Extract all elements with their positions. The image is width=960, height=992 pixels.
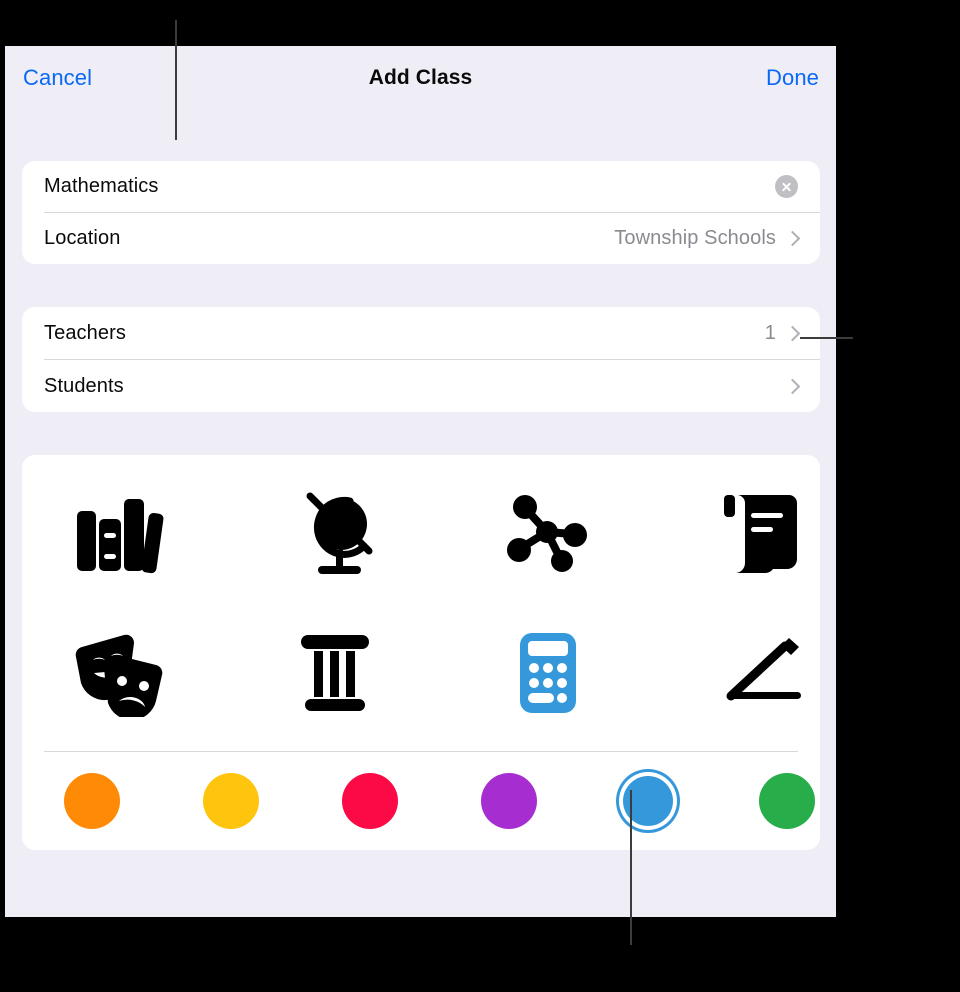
dialog-navbar: Cancel Add Class Done <box>5 46 836 114</box>
add-class-dialog: Cancel Add Class Done Location Township … <box>5 46 836 917</box>
teachers-row[interactable]: Teachers 1 <box>22 307 820 360</box>
chevron-right-icon <box>787 324 798 343</box>
teachers-label: Teachers <box>44 322 126 344</box>
swatch-fill <box>203 773 259 829</box>
theater-masks-icon[interactable] <box>60 617 180 729</box>
callout-line-color-swatch <box>630 790 632 945</box>
swatch-fill <box>759 773 815 829</box>
calculator-icon[interactable] <box>488 617 608 729</box>
students-row[interactable]: Students <box>22 360 820 413</box>
swatch-fill <box>342 773 398 829</box>
clear-circle-icon[interactable] <box>775 175 798 198</box>
class-name-input[interactable] <box>44 175 775 198</box>
color-swatch-orange[interactable] <box>54 763 130 839</box>
students-label: Students <box>44 375 124 397</box>
location-value: Township Schools <box>614 227 776 249</box>
icon-grid <box>22 455 820 751</box>
chevron-right-icon <box>787 377 798 396</box>
done-button[interactable]: Done <box>766 65 819 91</box>
page-title: Add Class <box>368 66 473 89</box>
color-swatch-yellow[interactable] <box>193 763 269 839</box>
callout-line-students <box>800 337 853 339</box>
color-swatch-row <box>22 751 820 850</box>
scroll-icon[interactable] <box>702 477 822 589</box>
color-swatch-purple[interactable] <box>471 763 547 839</box>
class-name-row <box>22 161 820 212</box>
color-swatch-green[interactable] <box>749 763 825 839</box>
globe-icon[interactable] <box>275 477 395 589</box>
column-icon[interactable] <box>275 617 395 729</box>
teachers-count: 1 <box>764 322 776 344</box>
pencil-ruler-icon[interactable] <box>702 617 822 729</box>
chevron-right-icon <box>787 229 798 248</box>
people-card: Teachers 1 Students <box>22 307 820 412</box>
color-swatch-pink[interactable] <box>332 763 408 839</box>
location-row[interactable]: Location Township Schools <box>22 212 820 265</box>
callout-line-class-name <box>175 20 177 140</box>
molecule-icon[interactable] <box>488 477 608 589</box>
icon-color-picker-card <box>22 455 820 850</box>
swatch-fill <box>64 773 120 829</box>
class-info-card: Location Township Schools <box>22 161 820 264</box>
color-swatch-blue[interactable] <box>610 763 686 839</box>
books-icon[interactable] <box>60 477 180 589</box>
location-label: Location <box>44 227 121 249</box>
swatch-fill <box>481 773 537 829</box>
